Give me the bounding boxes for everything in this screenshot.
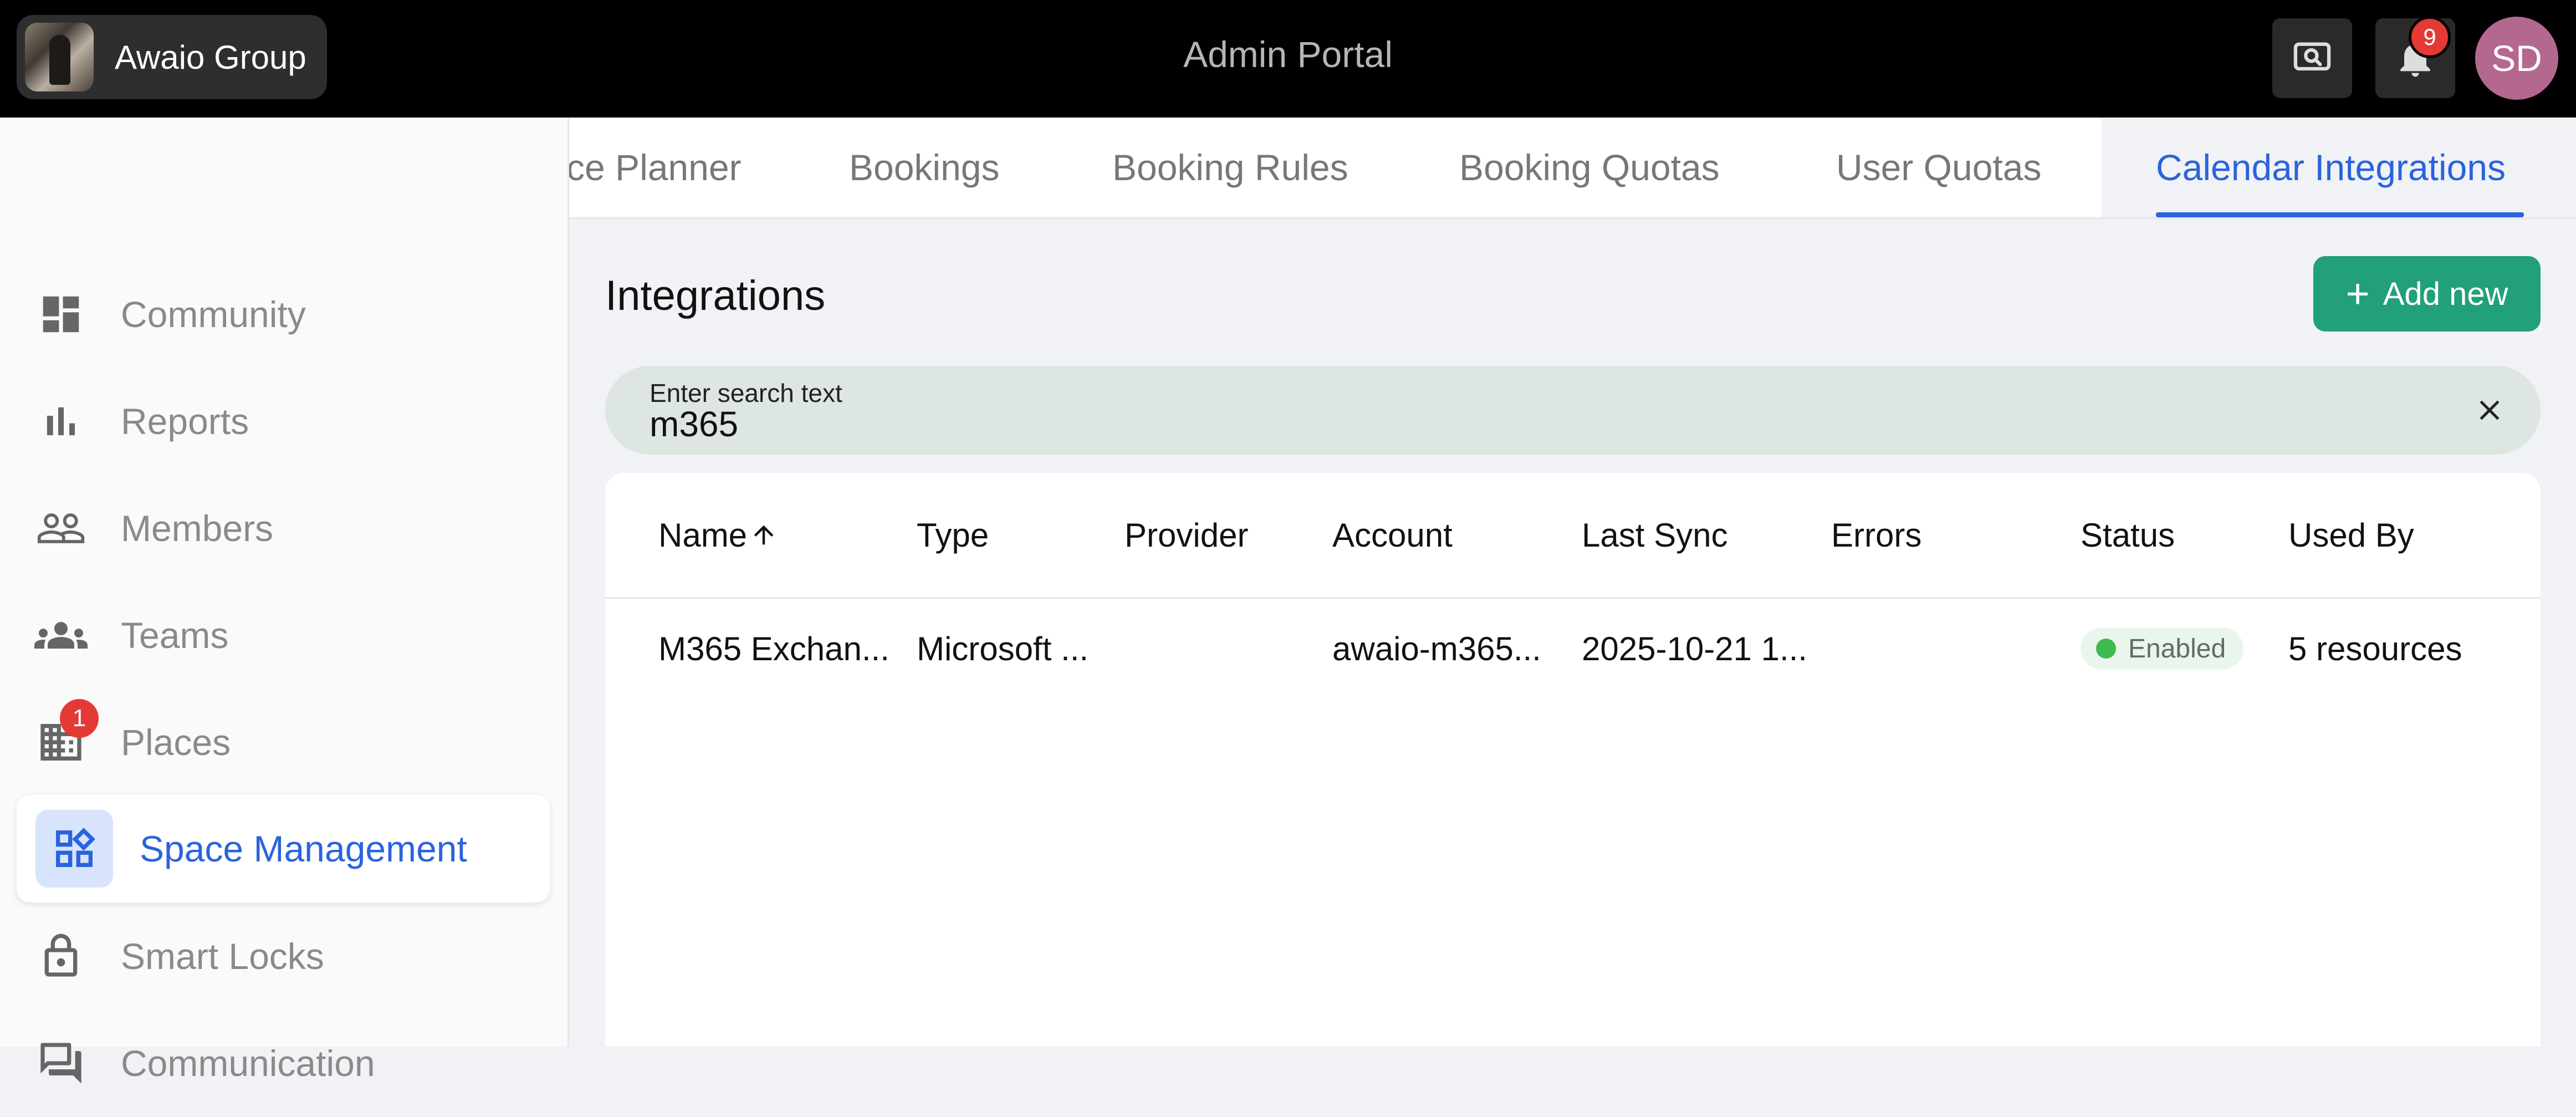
add-new-button[interactable]: + Add new (2313, 256, 2541, 331)
sidebar-item-smart-locks[interactable]: Smart Locks (17, 902, 550, 1010)
status-label: Enabled (2128, 634, 2226, 664)
page-title: Integrations (605, 272, 826, 319)
tab-booking-rules[interactable]: Booking Rules (1112, 118, 1348, 217)
cell-used-by: 5 resources (2288, 630, 2462, 667)
people-icon (37, 513, 85, 543)
column-header-account[interactable]: Account (1332, 473, 1453, 597)
lock-icon (44, 934, 78, 977)
tab-bookings[interactable]: Bookings (849, 118, 1000, 217)
active-tab-indicator (2156, 212, 2524, 217)
notifications-button[interactable]: 9 (2375, 16, 2455, 98)
dashboard-icon (43, 296, 79, 333)
screen-search-icon (2293, 42, 2331, 71)
column-header-status[interactable]: Status (2081, 473, 2175, 597)
column-header-type[interactable]: Type (917, 473, 989, 597)
sidebar-item-label: Community (121, 294, 306, 335)
app-title: Admin Portal (1183, 34, 1393, 75)
sidebar-item-label: Members (121, 508, 274, 549)
groups-icon (34, 622, 88, 649)
widgets-icon (56, 828, 95, 867)
sidebar-item-members[interactable]: Members (17, 475, 550, 582)
cell-last-sync: 2025-10-21 1... (1582, 630, 1807, 667)
status-dot-icon (2096, 639, 2116, 659)
sidebar-item-space-management[interactable]: Space Management (17, 795, 550, 902)
sidebar-item-communication[interactable]: Communication (17, 1009, 550, 1117)
sidebar-item-reports[interactable]: Reports (17, 368, 550, 475)
tab-space-planner[interactable]: ce Planner (569, 118, 742, 217)
top-bar: Awaio Group Admin Portal 9 SD (0, 0, 2576, 118)
cell-account: awaio-m365... (1332, 630, 1541, 667)
sort-ascending-icon (754, 525, 774, 545)
sidebar-item-label: Teams (121, 615, 229, 656)
column-header-name[interactable]: Name (658, 473, 778, 597)
search-input[interactable] (650, 405, 2423, 443)
column-header-last-sync[interactable]: Last Sync (1582, 473, 1727, 597)
table-header: Name Type Provider Account Last Sync Err… (605, 473, 2541, 599)
plus-icon: + (2345, 271, 2370, 317)
integrations-table: Name Type Provider Account Last Sync Err… (605, 473, 2541, 1047)
tab-user-quotas[interactable]: User Quotas (1836, 118, 2041, 217)
close-icon (2480, 400, 2500, 420)
column-header-provider[interactable]: Provider (1125, 473, 1248, 597)
places-count-badge: 1 (60, 699, 99, 738)
forum-icon (40, 1043, 81, 1084)
tab-calendar-integrations[interactable]: Calendar Integrations (2156, 118, 2506, 217)
sidebar-item-label: Communication (121, 1043, 375, 1084)
column-header-used-by[interactable]: Used By (2288, 473, 2414, 597)
cell-name: M365 Exchan... (658, 630, 890, 667)
bar-chart-icon (47, 407, 75, 436)
search-label: Enter search text (650, 379, 842, 407)
sidebar-item-teams[interactable]: Teams (17, 582, 550, 689)
cell-status: Enabled (2081, 599, 2244, 698)
sidebar-item-label: Smart Locks (121, 936, 324, 977)
notification-count-badge: 9 (2409, 16, 2451, 58)
search-field[interactable]: Enter search text (605, 366, 2541, 455)
add-new-label: Add new (2383, 276, 2508, 312)
sidebar-item-places[interactable]: 1 Places (17, 688, 550, 796)
sidebar: Community Reports Members Teams 1 Places… (0, 118, 569, 1084)
clear-search-button[interactable] (2467, 388, 2512, 432)
sidebar-item-community[interactable]: Community (17, 261, 550, 368)
sidebar-item-label: Reports (121, 401, 249, 442)
user-avatar[interactable]: SD (2475, 17, 2558, 100)
column-header-errors[interactable]: Errors (1831, 473, 1921, 597)
status-badge: Enabled (2081, 628, 2244, 670)
cell-type: Microsoft ... (917, 630, 1089, 667)
sidebar-item-label: Places (121, 722, 231, 763)
tab-booking-quotas[interactable]: Booking Quotas (1459, 118, 1720, 217)
sidebar-item-label: Space Management (140, 828, 467, 869)
screen-search-button[interactable] (2272, 18, 2352, 98)
